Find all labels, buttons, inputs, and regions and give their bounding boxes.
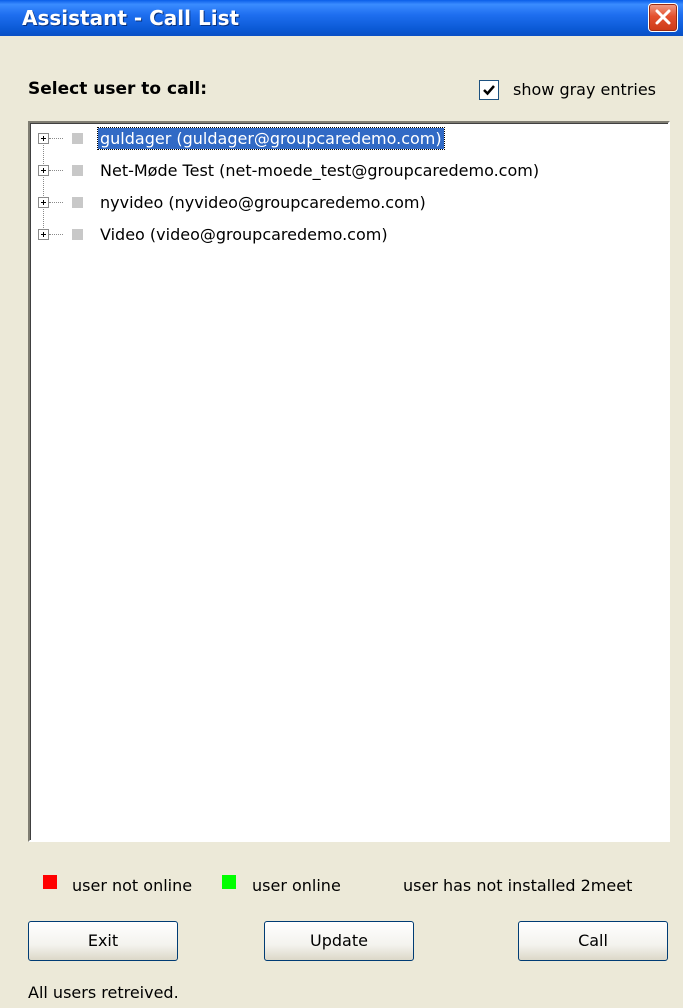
title-bar[interactable]: Assistant - Call List xyxy=(0,0,683,36)
close-button[interactable] xyxy=(648,3,678,32)
window-title: Assistant - Call List xyxy=(22,6,240,30)
call-button[interactable]: Call xyxy=(518,921,668,961)
tree-item[interactable]: Net-Møde Test (net-moede_test@groupcared… xyxy=(30,157,630,185)
expand-icon[interactable] xyxy=(38,133,49,144)
status-indicator xyxy=(72,197,83,208)
call-list-window: Assistant - Call List Select user to cal… xyxy=(0,0,683,1008)
tree-item-label[interactable]: guldager (guldager@groupcaredemo.com) xyxy=(97,127,445,150)
expand-icon[interactable] xyxy=(38,197,49,208)
tree-item[interactable]: Video (video@groupcaredemo.com) xyxy=(30,221,630,249)
legend-online-swatch xyxy=(222,875,236,889)
tree-item-label[interactable]: Net-Møde Test (net-moede_test@groupcared… xyxy=(98,160,541,181)
user-tree[interactable]: guldager (guldager@groupcaredemo.com) Ne… xyxy=(28,121,670,842)
tree-item-label[interactable]: nyvideo (nyvideo@groupcaredemo.com) xyxy=(98,192,428,213)
show-gray-entries-checkbox[interactable] xyxy=(479,80,499,100)
exit-button[interactable]: Exit xyxy=(28,921,178,961)
tree-item[interactable]: guldager (guldager@groupcaredemo.com) xyxy=(30,125,630,153)
legend-not-online-label: user not online xyxy=(72,876,193,895)
update-button[interactable]: Update xyxy=(264,921,414,961)
status-indicator xyxy=(72,229,83,240)
expand-icon[interactable] xyxy=(38,165,49,176)
status-message: All users retreived. xyxy=(28,983,179,1002)
status-indicator xyxy=(72,165,83,176)
show-gray-entries-label[interactable]: show gray entries xyxy=(513,80,656,99)
legend-not-installed-label: user has not installed 2meet xyxy=(403,876,633,895)
status-indicator xyxy=(72,133,83,144)
legend-online-label: user online xyxy=(252,876,341,895)
select-user-prompt: Select user to call: xyxy=(28,79,208,99)
tree-item[interactable]: nyvideo (nyvideo@groupcaredemo.com) xyxy=(30,189,630,217)
legend-not-online-swatch xyxy=(43,875,57,889)
tree-item-label[interactable]: Video (video@groupcaredemo.com) xyxy=(98,224,390,245)
expand-icon[interactable] xyxy=(38,229,49,240)
